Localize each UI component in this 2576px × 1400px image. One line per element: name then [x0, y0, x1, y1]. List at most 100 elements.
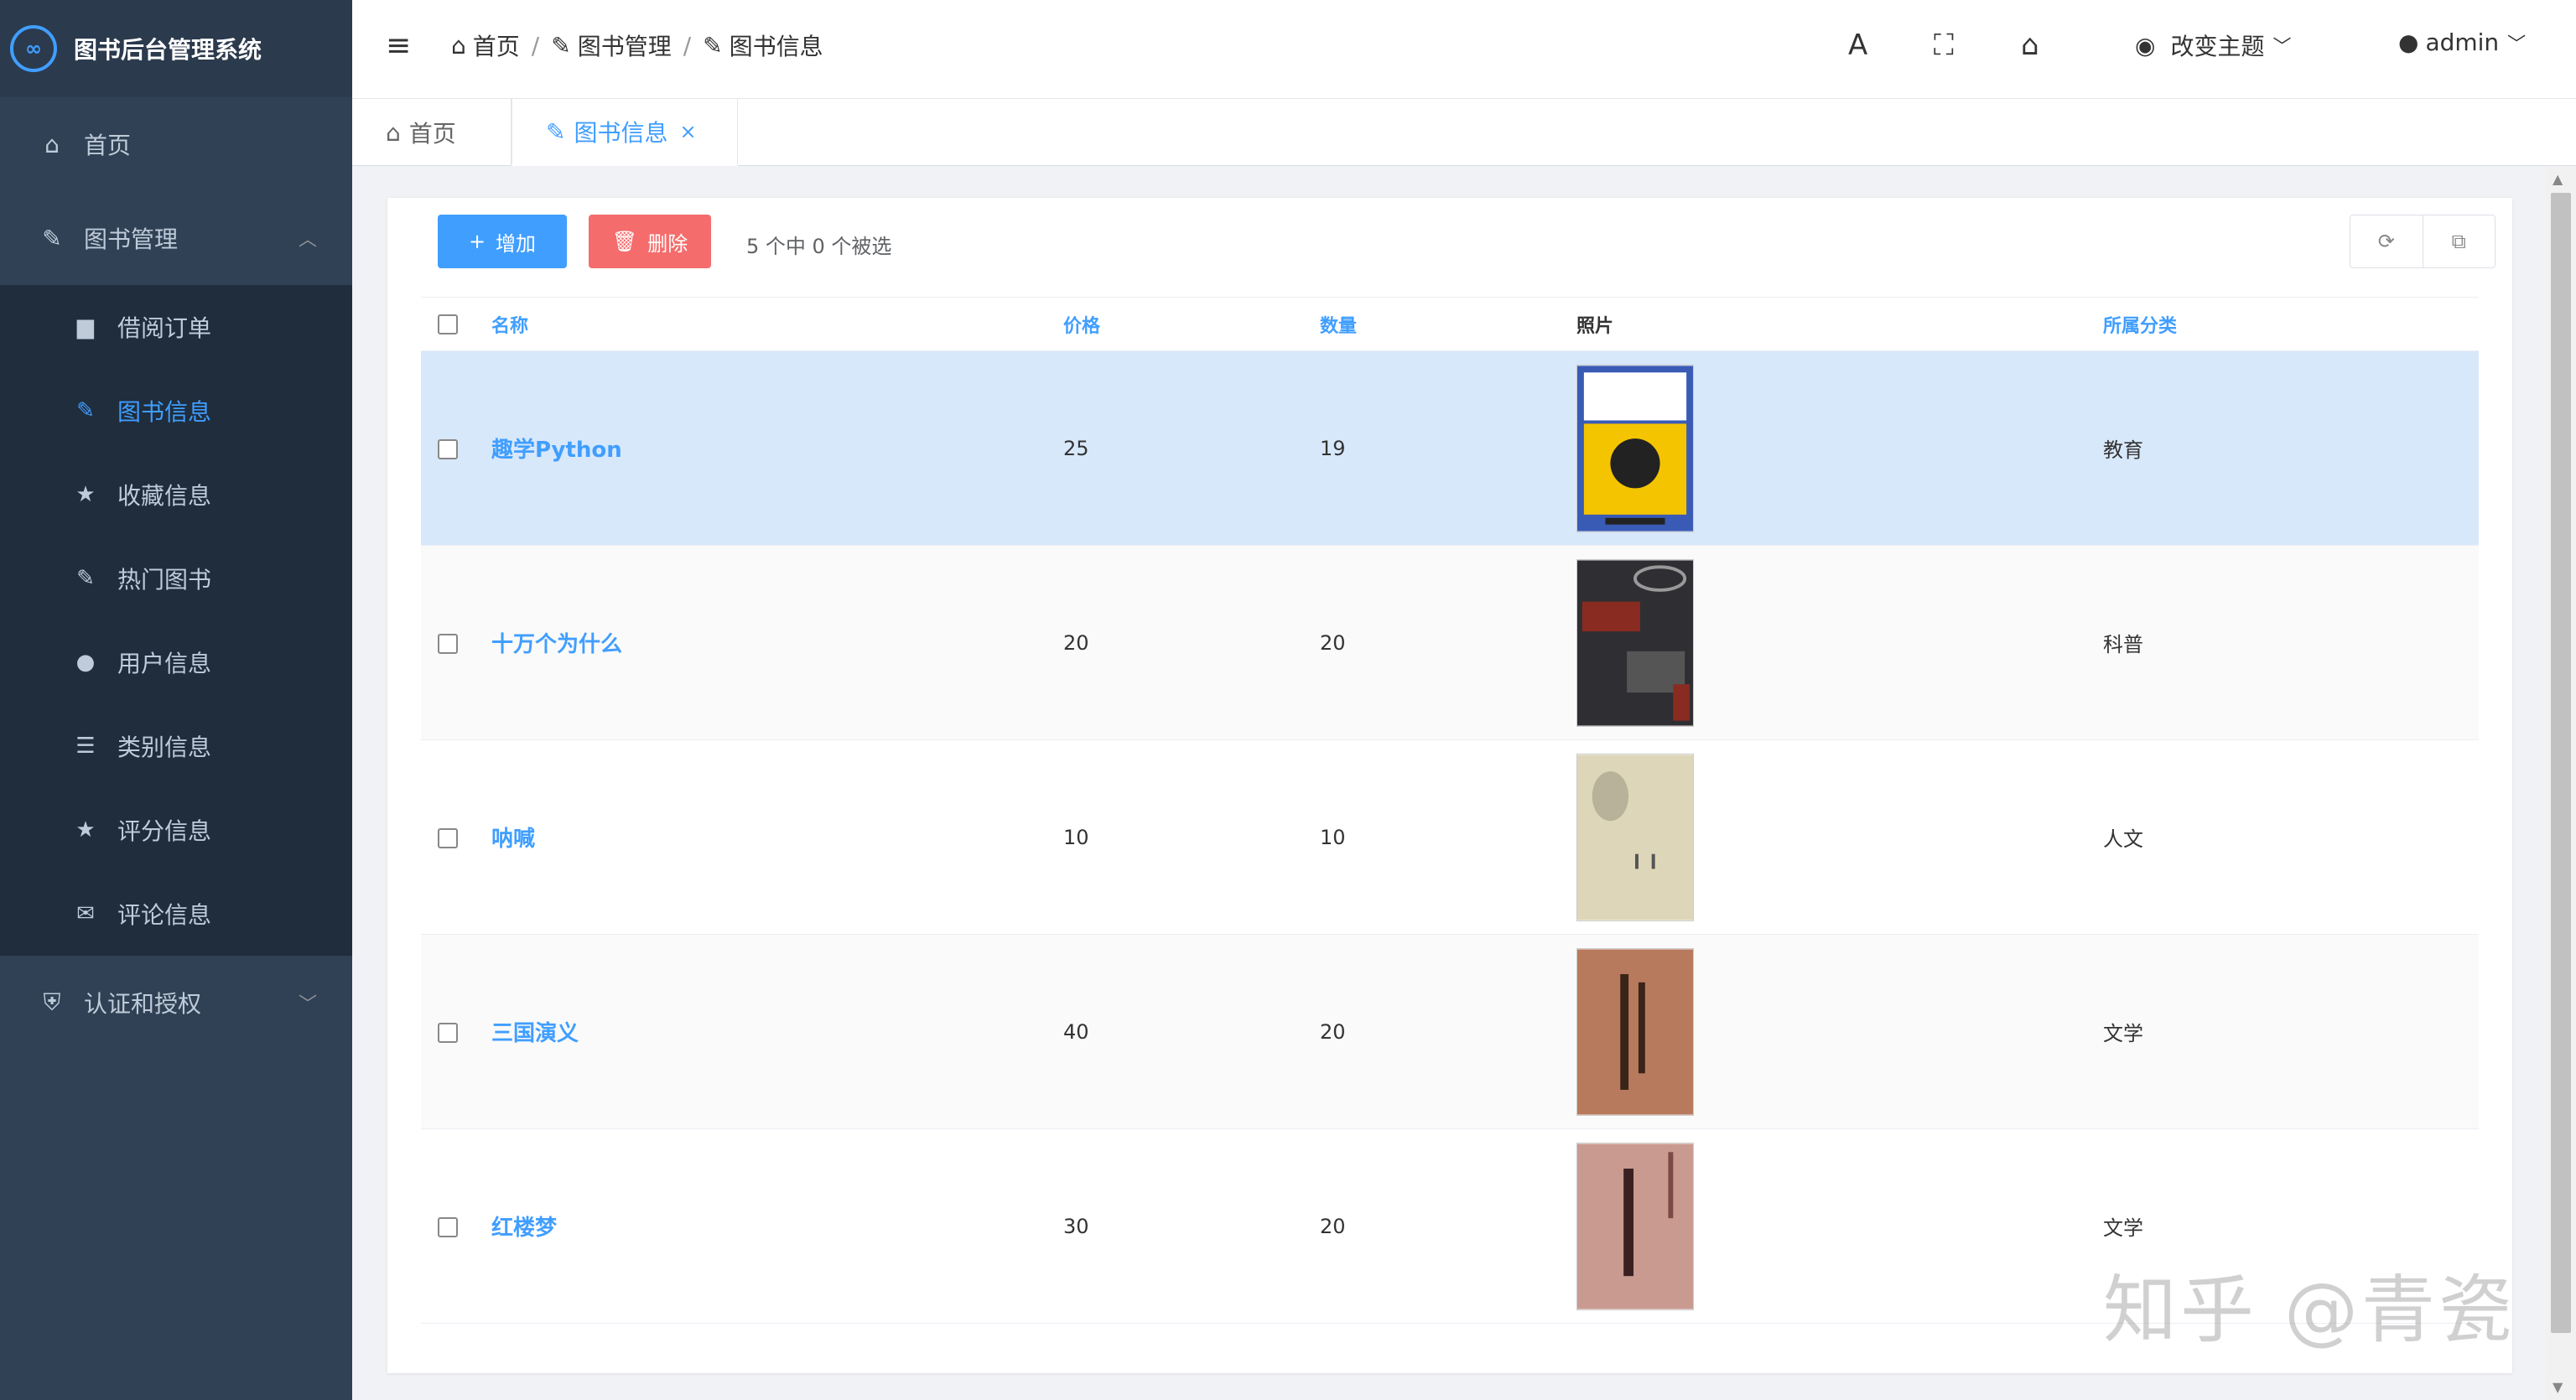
category-cell: 文学	[2103, 934, 2479, 1129]
theme-switcher[interactable]: ◉ 改变主题 ﹀	[2135, 29, 2291, 62]
row-checkbox[interactable]	[438, 1022, 458, 1043]
book-cover-image[interactable]	[1576, 364, 1694, 532]
sidebar-item-label: 首页	[84, 132, 132, 159]
sidebar-item-hot-books[interactable]: ✎ 热门图书	[0, 537, 352, 620]
category-cell: 人文	[2103, 739, 2479, 935]
table-row[interactable]: 呐喊 10 10 人文	[421, 739, 2479, 935]
breadcrumb-separator: /	[683, 31, 692, 60]
quantity-cell: 20	[1320, 545, 1576, 740]
select-all-checkbox[interactable]	[438, 314, 458, 334]
content-card: + 增加 🗑 删除 5 个中 0 个被选 ⟳ ⧉ 名称 价格 数量 照片 所属分…	[387, 198, 2512, 1373]
home-icon: ⌂	[386, 118, 401, 147]
sidebar-item-ratings[interactable]: ★ 评分信息	[0, 788, 352, 872]
brush-icon: ✎	[551, 31, 571, 60]
refresh-icon[interactable]: ⟳	[2350, 215, 2423, 267]
row-checkbox[interactable]	[438, 1216, 458, 1237]
add-button[interactable]: + 增加	[438, 215, 567, 268]
column-header-price[interactable]: 价格	[1063, 297, 1320, 351]
home-icon: ⌂	[44, 130, 60, 158]
row-select-cell	[421, 545, 491, 740]
sidebar-item-label: 认证和授权	[84, 990, 202, 1018]
book-cover-image[interactable]	[1576, 947, 1694, 1116]
table-tools: ⟳ ⧉	[2350, 215, 2496, 268]
app-title: 图书后台管理系统	[74, 36, 262, 64]
close-icon[interactable]: ×	[679, 120, 696, 143]
row-select-cell	[421, 934, 491, 1129]
hamburger-icon[interactable]: ≡	[386, 29, 411, 63]
column-header-name[interactable]: 名称	[491, 297, 1063, 351]
category-cell: 科普	[2103, 545, 2479, 740]
table-row[interactable]: 趣学Python 25 19 教育	[421, 350, 2479, 546]
book-cover-image[interactable]	[1576, 1142, 1694, 1310]
user-menu[interactable]: ● admin ﹀	[2398, 29, 2526, 56]
theme-label: 改变主题	[2170, 33, 2265, 60]
column-header-photo: 照片	[1576, 297, 2103, 351]
delete-button[interactable]: 🗑 删除	[589, 215, 711, 268]
star-icon: ★	[75, 817, 96, 843]
sidebar-item-favorites[interactable]: ★ 收藏信息	[0, 453, 352, 537]
breadcrumb-item: 图书信息	[729, 33, 823, 60]
sidebar-item-auth[interactable]: ⛨ 认证和授权 ﹀	[0, 956, 352, 1050]
books-table: 名称 价格 数量 照片 所属分类 趣学Python 25 19 教育 十万个为什…	[421, 297, 2479, 1324]
sidebar-item-borrow-orders[interactable]: ▆ 借阅订单	[0, 285, 352, 369]
tag-home[interactable]: ⌂ 首页	[352, 99, 512, 166]
name-cell: 十万个为什么	[491, 545, 1063, 740]
fullscreen-icon[interactable]: ⛶	[1934, 29, 1954, 62]
sidebar-item-label: 图书管理	[84, 226, 179, 253]
sidebar-item-comments[interactable]: ✉ 评论信息	[0, 872, 352, 956]
home-icon[interactable]: ⌂	[2021, 29, 2039, 62]
photo-cell	[1576, 934, 2103, 1129]
quantity-cell: 20	[1320, 1128, 1576, 1324]
table-row[interactable]: 十万个为什么 20 20 科普	[421, 545, 2479, 740]
sidebar-item-book-info[interactable]: ✎ 图书信息	[0, 369, 352, 453]
column-header-category[interactable]: 所属分类	[2103, 297, 2479, 351]
name-cell: 三国演义	[491, 934, 1063, 1129]
sidebar-item-home[interactable]: ⌂ 首页	[0, 97, 352, 191]
sidebar-item-label: 用户信息	[117, 650, 212, 677]
row-checkbox[interactable]	[438, 827, 458, 848]
user-icon: ●	[2398, 29, 2419, 56]
sidebar-item-categories[interactable]: ☰ 类别信息	[0, 704, 352, 788]
photo-cell	[1576, 545, 2103, 740]
book-cover-image[interactable]	[1576, 558, 1694, 727]
sidebar-item-label: 评分信息	[117, 817, 212, 845]
scrollbar-thumb[interactable]	[2551, 193, 2571, 1333]
brand: ∞ 图书后台管理系统	[0, 0, 352, 97]
sidebar-item-label: 借阅订单	[117, 314, 212, 342]
chevron-down-icon: ﹀	[2507, 34, 2527, 55]
book-cover-image[interactable]	[1576, 753, 1694, 921]
price-cell: 10	[1063, 739, 1320, 935]
column-header-quantity[interactable]: 数量	[1320, 297, 1576, 351]
sidebar-item-book-management[interactable]: ✎ 图书管理 ︿	[0, 191, 352, 285]
book-name-link[interactable]: 三国演义	[491, 1021, 579, 1046]
row-select-cell	[421, 1128, 491, 1324]
table-row[interactable]: 三国演义 40 20 文学	[421, 934, 2479, 1129]
book-name-link[interactable]: 呐喊	[491, 827, 535, 852]
scroll-up-icon[interactable]: ▲	[2553, 171, 2563, 187]
sidebar-item-users[interactable]: ● 用户信息	[0, 620, 352, 704]
list-icon: ☰	[75, 734, 96, 759]
tag-book-info[interactable]: ✎ 图书信息 ×	[512, 99, 738, 166]
scroll-down-icon[interactable]: ▼	[2553, 1379, 2563, 1395]
price-cell: 25	[1063, 350, 1320, 546]
export-icon[interactable]: ⧉	[2422, 215, 2496, 267]
photo-cell	[1576, 1128, 2103, 1324]
price-cell: 40	[1063, 934, 1320, 1129]
tag-label: 首页	[408, 120, 456, 148]
home-icon: ⌂	[451, 31, 466, 60]
quantity-cell: 10	[1320, 739, 1576, 935]
brush-icon: ✎	[546, 117, 566, 146]
breadcrumb-item[interactable]: 首页	[473, 29, 520, 62]
vertical-scrollbar[interactable]: ▲ ▼	[2546, 166, 2576, 1400]
book-name-link[interactable]: 十万个为什么	[491, 632, 622, 657]
category-cell: 教育	[2103, 350, 2479, 546]
font-size-icon[interactable]: A	[1848, 29, 1867, 62]
book-name-link[interactable]: 趣学Python	[491, 438, 622, 463]
row-checkbox[interactable]	[438, 633, 458, 654]
row-checkbox[interactable]	[438, 438, 458, 459]
breadcrumb-item[interactable]: 图书管理	[578, 29, 672, 62]
user-label: admin	[2425, 29, 2500, 56]
shield-icon: ⛨	[43, 988, 61, 1016]
book-name-link[interactable]: 红楼梦	[491, 1216, 557, 1241]
add-button-label: 增加	[496, 231, 537, 256]
